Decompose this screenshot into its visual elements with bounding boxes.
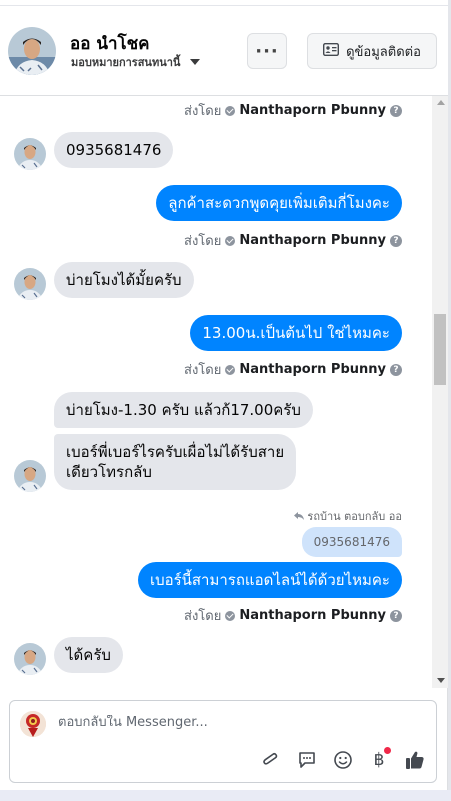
sent-by-line: ส่งโดย Nanthaporn Pbunny ?: [184, 359, 402, 380]
sender-name: Nanthaporn Pbunny: [239, 233, 386, 248]
more-options-button[interactable]: ···: [247, 33, 287, 69]
scrollbar[interactable]: [432, 96, 448, 688]
avatar[interactable]: [14, 460, 46, 492]
reply-input[interactable]: [58, 715, 418, 730]
message-bubble-incoming[interactable]: บ่ายโมงได้มั้ยครับ: [54, 262, 194, 298]
message-bubble-incoming[interactable]: เบอร์พี่เบอร์ไรครับเผื่อไม่ได้รับสาย เดี…: [54, 434, 297, 490]
page-avatar: [20, 711, 46, 737]
contact-card-icon: [323, 42, 340, 60]
sender-name: Nanthaporn Pbunny: [239, 103, 386, 118]
sent-by-line: ส่งโดย Nanthaporn Pbunny ?: [184, 230, 402, 251]
message-line: เบอร์พี่เบอร์ไรครับเผื่อไม่ได้รับสาย: [66, 443, 285, 461]
help-icon[interactable]: ?: [390, 609, 402, 622]
message-bubble-incoming[interactable]: 0935681476: [54, 132, 174, 168]
avatar[interactable]: [14, 643, 46, 675]
scrollbar-thumb[interactable]: [434, 314, 446, 385]
reply-composer: ฿: [9, 700, 437, 783]
message-bubble-outgoing[interactable]: เบอร์นี้สามารถแอดไลน์ได้ด้วยไหมคะ: [137, 562, 402, 598]
help-icon[interactable]: ?: [390, 363, 402, 376]
scroll-up-arrow[interactable]: [437, 100, 445, 105]
sent-by-prefix: ส่งโดย: [184, 234, 222, 249]
more-icon: ···: [255, 40, 279, 62]
avatar[interactable]: [14, 138, 46, 170]
saved-reply-icon[interactable]: [296, 749, 318, 771]
verified-icon: [225, 105, 236, 116]
avatar[interactable]: [14, 268, 46, 300]
customer-avatar[interactable]: [8, 27, 56, 75]
like-icon[interactable]: [404, 749, 426, 771]
sent-by-prefix: ส่งโดย: [184, 609, 222, 624]
view-contact-button[interactable]: ดูข้อมูลติดต่อ: [307, 33, 437, 69]
reply-indicator: รถบ้าน ตอบกลับ ออ: [294, 507, 402, 525]
conversation-header: ออ นำโชค มอบหมายการสนทนานี้ ··· ดูข้อมูล…: [0, 0, 448, 96]
message-bubble-incoming[interactable]: บ่ายโมง-1.30 ครับ แล้วก้17.00ครับ: [54, 392, 313, 428]
attachment-icon[interactable]: [260, 749, 282, 771]
assign-label: มอบหมายการสนทนานี้: [71, 56, 181, 69]
view-contact-label: ดูข้อมูลติดต่อ: [346, 44, 421, 60]
sent-by-prefix: ส่งโดย: [184, 104, 222, 119]
message-line: เดียวโทรกลับ: [66, 463, 152, 481]
verified-icon: [225, 364, 236, 375]
reply-icon: [294, 510, 305, 523]
sent-by-prefix: ส่งโดย: [184, 363, 222, 378]
emoji-icon[interactable]: [332, 749, 354, 771]
top-divider: [0, 0, 448, 6]
bottom-strip: [0, 790, 451, 801]
assign-conversation-dropdown[interactable]: มอบหมายการสนทนานี้: [71, 53, 201, 71]
sent-by-line: ส่งโดย Nanthaporn Pbunny ?: [184, 605, 402, 626]
sender-name: Nanthaporn Pbunny: [239, 362, 386, 377]
quoted-message[interactable]: 0935681476: [301, 527, 402, 557]
sent-by-line: ส่งโดย Nanthaporn Pbunny ?: [184, 100, 402, 121]
help-icon[interactable]: ?: [390, 104, 402, 117]
notification-dot: [384, 747, 391, 754]
verified-icon: [225, 235, 236, 246]
verified-icon: [225, 610, 236, 621]
chevron-down-icon: [190, 59, 201, 65]
message-bubble-incoming[interactable]: ได้ครับ: [54, 637, 123, 673]
message-list[interactable]: ส่งโดย Nanthaporn Pbunny ? 0935681476 ลู…: [0, 96, 432, 688]
help-icon[interactable]: ?: [390, 234, 402, 247]
message-bubble-outgoing[interactable]: ลูกค้าสะดวกพูดคุยเพิ่มเติมกี่โมงคะ: [156, 185, 402, 221]
reply-meta-text: รถบ้าน ตอบกลับ ออ: [307, 510, 402, 523]
baht-payment-icon[interactable]: ฿: [368, 747, 391, 771]
composer-toolbar: ฿: [260, 747, 426, 771]
sender-name: Nanthaporn Pbunny: [239, 608, 386, 623]
scroll-down-arrow[interactable]: [437, 678, 445, 683]
message-bubble-outgoing[interactable]: 13.00น.เป็นต้นไป ใช่ไหมคะ: [190, 315, 402, 351]
